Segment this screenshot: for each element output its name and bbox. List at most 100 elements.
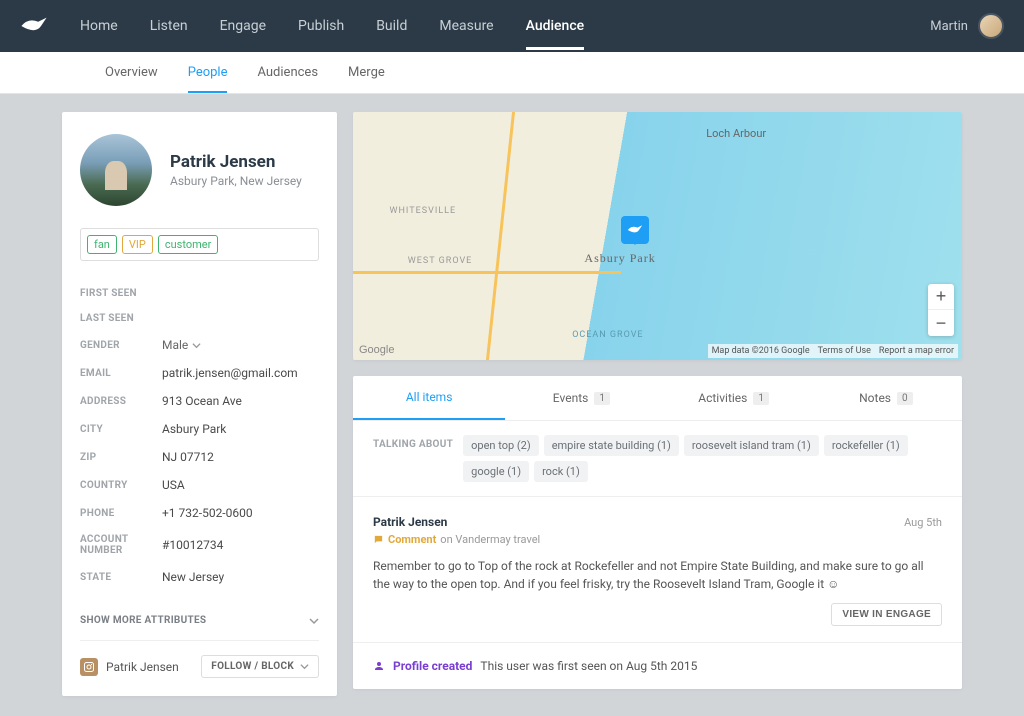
attr-zip-label: ZIP [80, 452, 162, 463]
attr-email-label: EMAIL [80, 368, 162, 379]
sub-nav: Overview People Audiences Merge [0, 52, 1024, 94]
user-avatar-icon [978, 13, 1004, 39]
topic-tag[interactable]: rockefeller (1) [824, 435, 908, 456]
topic-tag[interactable]: google (1) [463, 461, 529, 482]
attr-country-label: COUNTRY [80, 480, 162, 491]
chevron-down-icon [309, 616, 319, 626]
subnav-audiences[interactable]: Audiences [257, 52, 318, 93]
attr-account-label: ACCOUNT NUMBER [80, 534, 162, 556]
map-place2-label: Loch Arbour [706, 127, 766, 140]
tab-all-items[interactable]: All items [353, 376, 505, 420]
profile-created-text: This user was first seen on Aug 5th 2015 [480, 659, 697, 673]
attr-address-label: ADDRESS [80, 396, 162, 407]
view-in-engage-button[interactable]: VIEW IN ENGAGE [831, 603, 942, 626]
map-place3-label: WHITESVILLE [390, 206, 457, 216]
show-more-label: SHOW MORE ATTRIBUTES [80, 615, 206, 626]
tab-events[interactable]: Events1 [505, 376, 657, 420]
map-attribution: Map data ©2016 Google Terms of Use Repor… [708, 344, 958, 358]
feed-date: Aug 5th [904, 516, 942, 529]
tab-notes-count: 0 [897, 392, 913, 405]
tab-activities-label: Activities [698, 391, 747, 405]
main-column: Asbury Park Loch Arbour WHITESVILLE WEST… [353, 112, 962, 696]
feed-item: Patrik Jensen Aug 5th Comment on Vanderm… [353, 497, 962, 643]
gender-select[interactable]: Male [162, 338, 201, 352]
gender-value: Male [162, 338, 188, 352]
tab-activities-count: 1 [753, 392, 769, 405]
profile-created-label: Profile created [393, 659, 472, 673]
tag-customer[interactable]: customer [158, 235, 218, 254]
tag-vip[interactable]: VIP [122, 235, 153, 254]
user-name: Martin [930, 19, 968, 34]
map-zoom-out[interactable]: − [928, 310, 954, 336]
tab-notes[interactable]: Notes0 [810, 376, 962, 420]
map-zoom-control: + − [928, 284, 954, 336]
profile-location: Asbury Park, New Jersey [170, 174, 302, 188]
profile-name: Patrik Jensen [170, 152, 302, 172]
nav-build[interactable]: Build [376, 2, 407, 50]
topic-tag[interactable]: roosevelt island tram (1) [684, 435, 819, 456]
talking-about-tags: open top (2) empire state building (1) r… [463, 435, 942, 482]
instagram-icon [80, 658, 98, 676]
profile-avatar-icon [80, 134, 152, 206]
attr-gender-label: GENDER [80, 340, 162, 351]
subnav-people[interactable]: People [188, 52, 228, 93]
follow-block-label: FOLLOW / BLOCK [211, 661, 294, 672]
top-nav: Home Listen Engage Publish Build Measure… [0, 0, 1024, 52]
top-nav-links: Home Listen Engage Publish Build Measure… [80, 2, 930, 50]
map-terms-link[interactable]: Terms of Use [818, 346, 871, 356]
nav-listen[interactable]: Listen [150, 2, 188, 50]
tag-fan[interactable]: fan [87, 235, 117, 254]
subnav-overview[interactable]: Overview [105, 52, 158, 93]
tab-all-label: All items [406, 390, 453, 404]
nav-home[interactable]: Home [80, 2, 118, 50]
topic-tag[interactable]: open top (2) [463, 435, 539, 456]
attr-last-seen-label: LAST SEEN [80, 313, 162, 324]
subnav-merge[interactable]: Merge [348, 52, 385, 93]
map-place5-label: OCEAN GROVE [572, 330, 643, 340]
chevron-down-icon [300, 662, 309, 671]
attr-zip-value: NJ 07712 [162, 450, 214, 464]
nav-measure[interactable]: Measure [439, 2, 493, 50]
topic-tag[interactable]: empire state building (1) [544, 435, 679, 456]
activity-panel: All items Events1 Activities 1 Notes0 TAL… [353, 376, 962, 689]
nav-engage[interactable]: Engage [220, 2, 266, 50]
follow-block-button[interactable]: FOLLOW / BLOCK [201, 655, 319, 678]
nav-audience[interactable]: Audience [526, 2, 585, 50]
feed-type: Comment on Vandermay travel [373, 533, 540, 546]
map-report-link[interactable]: Report a map error [879, 346, 954, 356]
feed-type-label: Comment [388, 533, 436, 546]
attr-address-value: 913 Ocean Ave [162, 394, 242, 408]
feed-author: Patrik Jensen [373, 515, 447, 529]
attr-city-value: Asbury Park [162, 422, 226, 436]
map-view[interactable]: Asbury Park Loch Arbour WHITESVILLE WEST… [353, 112, 962, 360]
attr-country-value: USA [162, 478, 185, 492]
talking-about-section: TALKING ABOUT open top (2) empire state … [353, 421, 962, 497]
tab-events-count: 1 [594, 392, 610, 405]
profile-created-row: Profile created This user was first seen… [353, 643, 962, 689]
talking-about-label: TALKING ABOUT [373, 435, 453, 450]
attr-first-seen-label: FIRST SEEN [80, 288, 162, 299]
topic-tag[interactable]: rock (1) [534, 461, 588, 482]
user-menu[interactable]: Martin [930, 13, 1004, 39]
show-more-attributes[interactable]: SHOW MORE ATTRIBUTES [80, 605, 319, 640]
tag-input[interactable]: fan VIP customer [80, 228, 319, 261]
feed-on-text: on Vandermay travel [440, 533, 540, 546]
profile-header: Patrik Jensen Asbury Park, New Jersey [80, 134, 319, 206]
google-logo: Google [359, 344, 394, 356]
comment-icon [373, 534, 384, 545]
attr-city-label: CITY [80, 424, 162, 435]
map-place-label: Asbury Park [584, 251, 655, 266]
user-icon [373, 660, 385, 672]
tab-activities[interactable]: Activities 1 [658, 376, 810, 420]
map-place4-label: WEST GROVE [408, 256, 473, 266]
social-account-row: Patrik Jensen FOLLOW / BLOCK [80, 640, 319, 678]
attr-state-value: New Jersey [162, 570, 224, 584]
attr-account-value: #10012734 [162, 538, 223, 552]
nav-publish[interactable]: Publish [298, 2, 344, 50]
map-zoom-in[interactable]: + [928, 284, 954, 310]
attr-email-value: patrik.jensen@gmail.com [162, 366, 298, 380]
attr-state-label: STATE [80, 572, 162, 583]
attr-phone-label: PHONE [80, 508, 162, 519]
attr-phone-value: +1 732-502-0600 [162, 506, 253, 520]
profile-sidebar: Patrik Jensen Asbury Park, New Jersey fa… [62, 112, 337, 696]
